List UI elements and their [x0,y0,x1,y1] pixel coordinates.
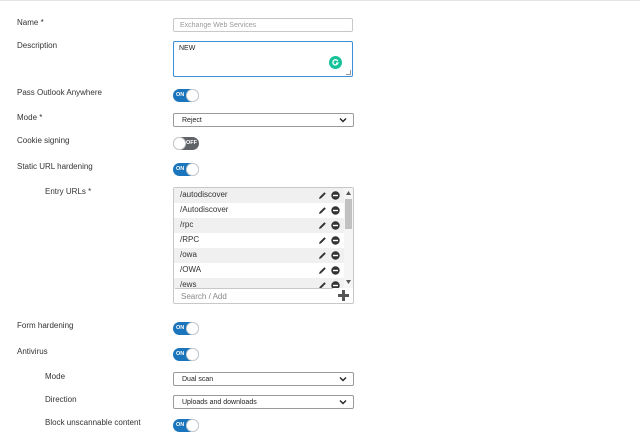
antivirus-toggle[interactable]: ON [173,348,199,361]
toggle-state-text: OFF [186,140,197,146]
static-url-hardening-label: Static URL hardening [17,162,93,171]
entry-url-text: /owa [180,250,197,259]
toggle-knob [186,89,199,102]
minus-circle-icon[interactable] [331,236,340,245]
list-item[interactable]: /ews [174,278,344,288]
search-placeholder: Search / Add [181,291,227,301]
toggle-state-text: ON [176,422,185,428]
direction-select[interactable]: Uploads and downloads [173,395,354,409]
description-value: NEW [179,45,196,52]
pencil-icon[interactable] [318,221,327,230]
toggle-knob [186,348,199,361]
entry-url-text: /rpc [180,220,194,229]
name-placeholder: Exchange Web Services [180,21,257,29]
mode-label: Mode * [17,113,43,122]
entry-url-text: /Autodiscover [180,205,229,214]
av-mode-label: Mode [45,372,66,381]
mode-select[interactable]: Reject [173,113,354,127]
toggle-knob [186,163,199,176]
add-entry-url-button[interactable] [334,288,353,303]
entry-url-text: /ews [180,280,197,288]
toggle-knob [186,419,199,432]
list-item[interactable]: /rpc [174,218,344,233]
block-unscannable-toggle[interactable]: ON [173,419,199,432]
name-label: Name * [17,18,44,27]
cookie-signing-toggle[interactable]: OFF [173,137,199,150]
pencil-icon[interactable] [318,281,327,288]
list-item[interactable]: /OWA [174,263,344,278]
av-mode-select[interactable]: Dual scan [173,372,354,386]
chevron-down-icon [339,377,347,382]
mode-selected: Reject [182,116,202,124]
pass-outlook-toggle[interactable]: ON [173,89,199,102]
description-label: Description [17,41,58,50]
pencil-icon[interactable] [318,251,327,260]
list-item[interactable]: /Autodiscover [174,203,344,218]
resize-handle[interactable] [346,70,351,75]
form-hardening-label: Form hardening [17,321,74,330]
description-textarea[interactable]: NEW [173,41,353,77]
pencil-icon[interactable] [318,206,327,215]
minus-circle-icon[interactable] [331,191,340,200]
toggle-state-text: ON [176,351,185,357]
entry-url-text: /OWA [180,265,202,274]
entry-urls-rows: /autodiscover /Autodiscover /rpc /RPC /o… [174,188,344,288]
minus-circle-icon[interactable] [331,266,340,275]
static-url-hardening-toggle[interactable]: ON [173,163,199,176]
toggle-state-text: ON [176,166,185,172]
list-item[interactable]: /autodiscover [174,188,344,203]
pencil-icon[interactable] [318,191,327,200]
toggle-knob [173,137,186,150]
scroll-up-arrow-icon[interactable] [346,191,351,195]
av-mode-selected: Dual scan [182,375,214,383]
direction-label: Direction [45,395,77,404]
top-divider [0,0,640,1]
toggle-state-text: ON [176,92,185,98]
entry-url-text: /RPC [180,235,200,244]
entry-url-text: /autodiscover [180,190,228,199]
minus-circle-icon[interactable] [331,221,340,230]
scroll-down-arrow-icon[interactable] [346,280,351,284]
block-unscannable-label: Block unscannable content [45,418,141,427]
chevron-down-icon [339,118,347,123]
entry-urls-scrollbar[interactable] [344,188,353,288]
entry-urls-list: /autodiscover /Autodiscover /rpc /RPC /o… [173,187,354,304]
name-input[interactable]: Exchange Web Services [173,18,353,32]
list-item[interactable]: /owa [174,248,344,263]
minus-circle-icon[interactable] [331,206,340,215]
direction-selected: Uploads and downloads [182,398,257,406]
plus-icon [338,290,349,301]
list-item[interactable]: /RPC [174,233,344,248]
toggle-state-text: ON [176,325,185,331]
antivirus-label: Antivirus [17,347,48,356]
minus-circle-icon[interactable] [331,281,340,288]
pass-outlook-label: Pass Outlook Anywhere [17,88,102,97]
cookie-signing-label: Cookie signing [17,136,70,145]
pencil-icon[interactable] [318,266,327,275]
chevron-down-icon [339,400,347,405]
pencil-icon[interactable] [318,236,327,245]
form-hardening-toggle[interactable]: ON [173,322,199,335]
entry-urls-label: Entry URLs * [45,187,92,196]
minus-circle-icon[interactable] [331,251,340,260]
entry-url-search-input[interactable]: Search / Add [175,288,333,303]
toggle-knob [186,322,199,335]
scrollbar-thumb[interactable] [345,199,352,229]
grammarly-icon[interactable] [329,56,342,69]
